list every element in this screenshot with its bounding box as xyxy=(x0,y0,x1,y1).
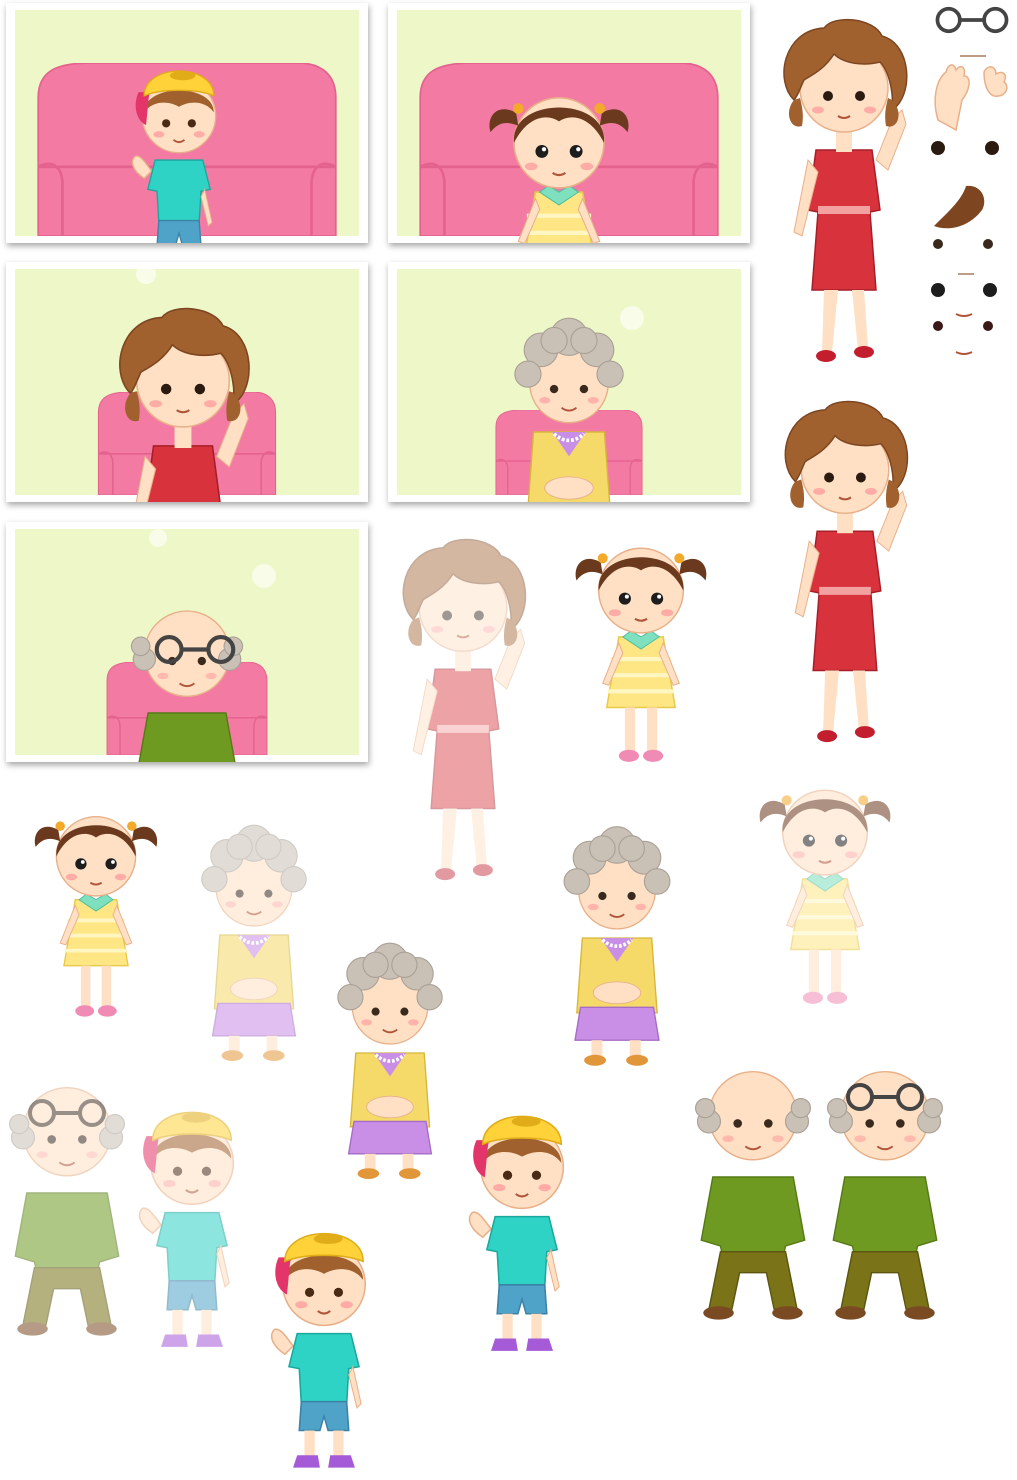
sprite-girl-eyes-closed[interactable] xyxy=(30,780,162,1042)
sprite-mom-waving[interactable] xyxy=(762,382,928,760)
sprite-girl-standing[interactable] xyxy=(550,518,732,780)
sprite-grandpa-faded[interactable] xyxy=(0,1040,134,1346)
sprite-grandpa-eyes-closed[interactable] xyxy=(686,1024,820,1330)
glasses-overlay-faded xyxy=(22,1096,112,1130)
sprite-grandma-eyes-closed[interactable] xyxy=(544,782,690,1094)
glasses-overlay xyxy=(840,1080,930,1114)
sprite-mom-standing[interactable] xyxy=(762,0,926,380)
sprite-mom-faded[interactable] xyxy=(380,520,546,898)
sprite-grandma-sitting[interactable] xyxy=(318,896,462,1210)
sprite-grandpa-glasses[interactable] xyxy=(818,1024,952,1330)
sprite-area xyxy=(0,0,1017,1480)
sprite-girl-faded[interactable] xyxy=(734,760,916,1022)
sprite-boy-waving[interactable] xyxy=(262,1212,386,1480)
sprite-grandma-faded[interactable] xyxy=(182,780,326,1090)
sprite-boy-eyes-closed[interactable] xyxy=(460,1094,584,1364)
sprite-boy-faded[interactable] xyxy=(130,1090,254,1360)
